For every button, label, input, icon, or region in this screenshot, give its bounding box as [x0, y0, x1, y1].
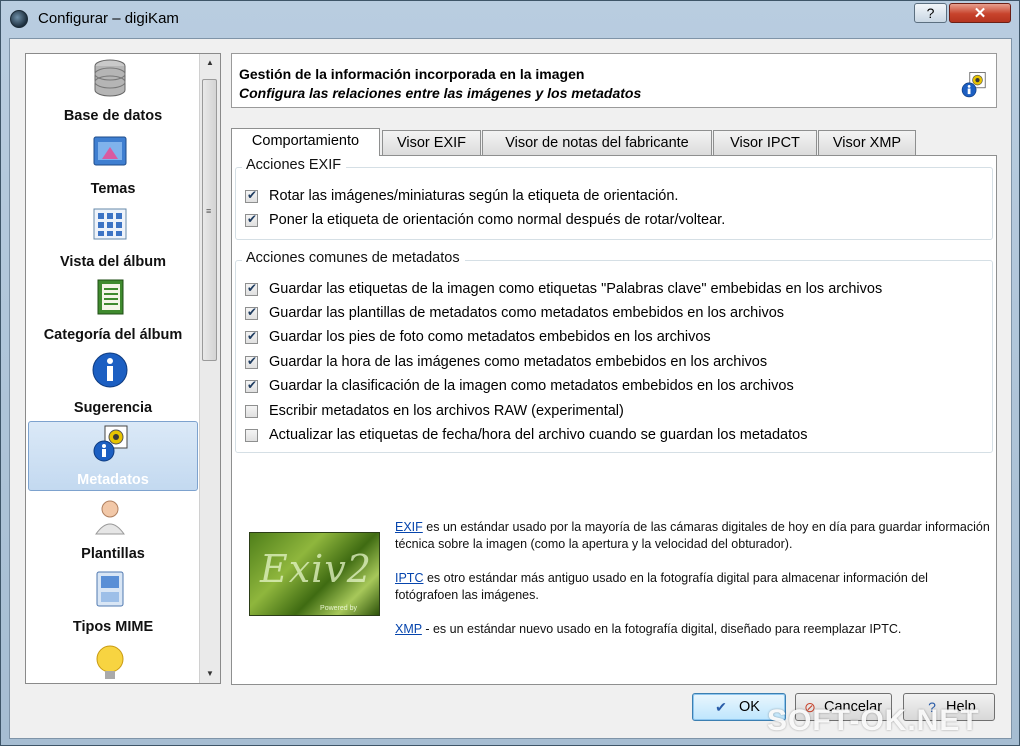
checkbox-label: Escribir metadatos en los archivos RAW (… [269, 403, 624, 419]
iptc-info-paragraph: IPTC es otro estándar más antiguo usado … [395, 570, 990, 604]
ok-button-label: OK [739, 699, 760, 715]
sidebar-item-album-view[interactable]: Vista del álbum [28, 202, 198, 272]
scrollbar-thumb[interactable]: ≡ [202, 79, 217, 361]
sidebar-scrollbar[interactable]: ▲ ≡ ▼ [199, 54, 220, 683]
xmp-info-text: - es un estándar nuevo usado en la fotog… [421, 622, 902, 636]
scroll-down-arrow-icon[interactable]: ▼ [200, 665, 220, 683]
iptc-info-text: es otro estándar más antiguo usado en la… [395, 571, 928, 602]
checkbox-checked-icon[interactable] [245, 329, 258, 344]
checkbox-label: Guardar la clasificación de la imagen co… [269, 378, 794, 394]
sidebar-item-suggestion[interactable]: Sugerencia [28, 348, 198, 418]
exif-link[interactable]: EXIF [395, 520, 423, 534]
sidebar-item-metadata[interactable]: Metadatos [28, 421, 198, 491]
checkbox-unchecked-icon[interactable] [245, 429, 258, 442]
database-icon [94, 59, 126, 97]
title-bar[interactable]: Configurar – digiKam ? ✕ [1, 1, 1019, 37]
mime-types-icon [96, 571, 124, 607]
sidebar-item-templates[interactable]: Plantillas [28, 494, 198, 564]
metadata-icon [93, 425, 128, 462]
check-icon: ✔ [715, 699, 727, 715]
scroll-up-arrow-icon[interactable]: ▲ [200, 54, 220, 72]
sidebar-item-label: Metadatos [77, 472, 149, 488]
logo-powered-by: Powered by [320, 605, 357, 612]
xmp-link[interactable]: XMP [395, 622, 422, 636]
checkbox-checked-icon[interactable] [245, 188, 258, 203]
behavior-tab-panel: Acciones EXIF Rotar las imágenes/miniatu… [231, 155, 997, 685]
grip-icon: ≡ [206, 206, 212, 216]
common-metadata-actions-group: Acciones comunes de metadatos Guardar la… [235, 250, 993, 453]
page-subtitle: Configura las relaciones entre las imáge… [239, 85, 642, 101]
xmp-info-paragraph: XMP - es un estándar nuevo usado en la f… [395, 621, 990, 638]
checkbox-checked-icon[interactable] [245, 281, 258, 296]
tab-behavior[interactable]: Comportamiento [231, 128, 380, 156]
close-window-button[interactable]: ✕ [949, 3, 1011, 23]
checkbox-unchecked-icon[interactable] [245, 405, 258, 418]
checkbox-checked-icon[interactable] [245, 354, 258, 369]
iptc-link[interactable]: IPTC [395, 571, 423, 585]
tab-xmp-viewer[interactable]: Visor XMP [818, 130, 916, 155]
group-title: Acciones EXIF [242, 157, 347, 173]
metadata-icon [961, 72, 986, 98]
checkbox-label: Guardar los pies de foto como metadatos … [269, 329, 711, 345]
group-title: Acciones comunes de metadatos [242, 250, 465, 266]
sidebar-item-label: Categoría del álbum [43, 327, 183, 343]
digikam-app-icon [10, 10, 28, 28]
window-title: Configurar – digiKam [38, 10, 179, 27]
checkbox-checked-icon[interactable] [245, 378, 258, 393]
checkbox-checked-icon[interactable] [245, 305, 258, 320]
checkbox-label: Guardar las plantillas de metadatos como… [269, 305, 785, 321]
themes-icon [93, 136, 127, 166]
sidebar-item-album-category[interactable]: Categoría del álbum [28, 275, 198, 345]
album-category-icon [97, 279, 124, 315]
sidebar-item-label: Tipos MIME [72, 619, 154, 635]
exif-info-paragraph: EXIF es un estándar usado por la mayoría… [395, 519, 990, 553]
info-icon [92, 352, 128, 388]
album-view-icon [93, 208, 127, 240]
sidebar-item-label: Temas [90, 181, 136, 197]
checkbox-label: Rotar las imágenes/miniaturas según la e… [269, 188, 679, 204]
tab-makernotes-viewer[interactable]: Visor de notas del fabricante [482, 130, 712, 155]
tab-iptc-viewer[interactable]: Visor IPCT [713, 130, 817, 155]
dialog-body: Base de datos Temas Vista del álbum Cate… [9, 38, 1012, 739]
sidebar-item-mime-types[interactable]: Tipos MIME [28, 567, 198, 637]
watermark: SOFT-OK.NET [767, 704, 980, 737]
checkbox-label: Actualizar las etiquetas de fecha/hora d… [269, 427, 808, 443]
sidebar-item-database[interactable]: Base de datos [28, 56, 198, 126]
tab-exif-viewer[interactable]: Visor EXIF [382, 130, 481, 155]
exif-info-text: es un estándar usado por la mayoría de l… [395, 520, 990, 551]
settings-sidebar: Base de datos Temas Vista del álbum Cate… [25, 53, 221, 684]
templates-icon [95, 500, 125, 535]
checkbox-label: Guardar las etiquetas de la imagen como … [269, 281, 883, 297]
sidebar-item-label: Base de datos [63, 108, 163, 124]
sidebar-item-label: Plantillas [81, 546, 145, 562]
sidebar-item-label: Vista del álbum [59, 254, 167, 270]
exif-actions-group: Acciones EXIF Rotar las imágenes/miniatu… [235, 157, 993, 240]
sidebar-item-label: Sugerencia [73, 400, 153, 416]
page-header: Gestión de la información incorporada en… [231, 53, 997, 108]
sidebar-item-themes[interactable]: Temas [28, 129, 198, 199]
checkbox-label: Poner la etiqueta de orientación como no… [269, 212, 726, 228]
configure-window: Configurar – digiKam ? ✕ Base de datos T… [0, 0, 1020, 746]
checkbox-label: Guardar la hora de las imágenes como met… [269, 354, 768, 370]
exiv2-logo: Exiv2 Powered by [249, 532, 380, 616]
logo-text: Exiv2 [260, 547, 372, 591]
page-title: Gestión de la información incorporada en… [239, 66, 585, 82]
lightbulb-icon [96, 645, 124, 679]
context-help-button[interactable]: ? [914, 3, 947, 23]
checkbox-checked-icon[interactable] [245, 212, 258, 227]
sidebar-item-lightbulb[interactable] [28, 640, 198, 683]
